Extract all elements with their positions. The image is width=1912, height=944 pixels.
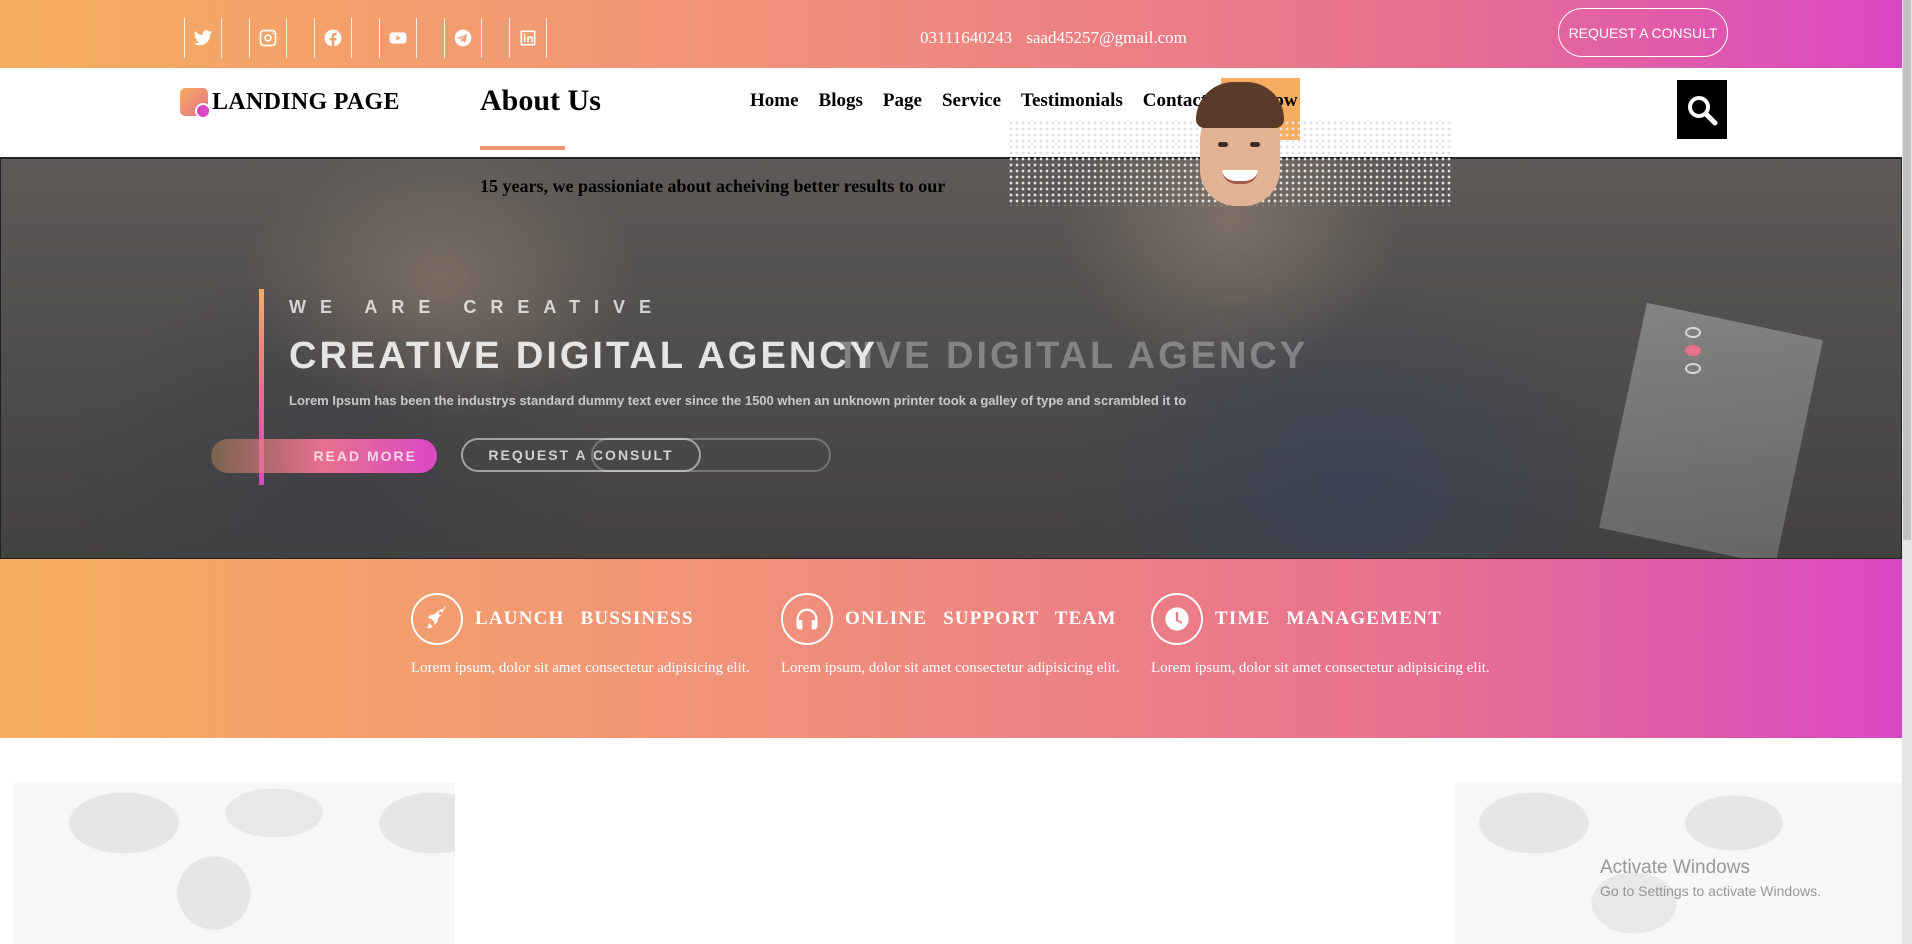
feature-text: Lorem ipsum, dolor sit amet consectetur … <box>781 660 1120 676</box>
person-hair <box>1196 82 1284 128</box>
hero-eyebrow: WE ARE CREATIVE <box>289 297 666 317</box>
nav-item-home[interactable]: Home <box>740 78 809 140</box>
slider-dot-2[interactable] <box>1685 345 1701 356</box>
about-text: 15 years, we passioniate about acheiving… <box>480 176 946 196</box>
search-button[interactable] <box>1677 80 1727 139</box>
scrollbar-thumb[interactable] <box>1903 0 1911 540</box>
slider-dot-1[interactable] <box>1685 327 1701 338</box>
feature-title: ONLINE SUPPORT TEAM <box>845 608 1117 629</box>
youtube-icon <box>389 32 407 44</box>
linkedin-link[interactable] <box>509 18 547 58</box>
instagram-link[interactable] <box>249 18 287 58</box>
hero-headline: CREATIVE DIGITAL AGENCY <box>289 335 879 377</box>
slider-dot-3[interactable] <box>1685 363 1701 374</box>
email-address[interactable]: saad45257@gmail.com <box>1026 28 1187 47</box>
feature-text: Lorem ipsum, dolor sit amet consectetur … <box>411 660 750 676</box>
person-eye <box>1218 142 1228 147</box>
logo-icon <box>180 88 211 119</box>
telegram-icon <box>454 29 472 47</box>
hero-description: Lorem Ipsum has been the industrys stand… <box>289 393 1187 408</box>
youtube-link[interactable] <box>379 18 417 58</box>
request-consult-button[interactable]: REQUEST A CONSULT <box>1558 8 1728 57</box>
linkedin-icon <box>520 30 536 46</box>
social-links <box>184 18 574 58</box>
about-section-background <box>0 738 1902 944</box>
feature-text: Lorem ipsum, dolor sit amet consectetur … <box>1151 660 1490 676</box>
site-logo[interactable]: LANDING PAGE <box>180 88 400 119</box>
nav-item-blogs[interactable]: Blogs <box>809 78 873 140</box>
search-icon <box>1688 95 1718 125</box>
contact-info: 03111640243 saad45257@gmail.com <box>920 28 1187 48</box>
facebook-icon <box>324 29 342 47</box>
person-smile <box>1222 170 1258 184</box>
person-eye <box>1250 142 1260 147</box>
slider-dots <box>1685 327 1701 381</box>
nav-item-page[interactable]: Page <box>873 78 932 140</box>
nav-item-service[interactable]: Service <box>932 78 1011 140</box>
twitter-icon <box>193 30 213 46</box>
about-panel <box>455 773 1455 944</box>
watermark-line-1: Activate Windows <box>1600 857 1750 878</box>
twitter-link[interactable] <box>184 18 222 58</box>
about-title-underline <box>480 146 565 150</box>
instagram-icon <box>259 29 277 47</box>
feature-title: LAUNCH BUSSINESS <box>475 608 694 629</box>
watermark-line-2: Go to Settings to activate Windows. <box>1600 883 1821 899</box>
main-navbar: LANDING PAGE Home Blogs Page Service Tes… <box>0 68 1902 158</box>
facebook-link[interactable] <box>314 18 352 58</box>
page-scrollbar[interactable] <box>1902 0 1912 944</box>
feature-title: TIME MANAGEMENT <box>1215 608 1442 629</box>
phone-number[interactable]: 03111640243 <box>920 28 1012 47</box>
top-bar: 03111640243 saad45257@gmail.com REQUEST A… <box>0 0 1902 68</box>
feature-time-management: TIME MANAGEMENT Lorem ipsum, dolor sit a… <box>1151 593 1496 677</box>
hero-request-consult-button[interactable]: REQUEST A CONSULT <box>461 438 701 472</box>
hero-headline-ghost: TIVE DIGITAL AGENCY <box>836 335 1309 377</box>
windows-activation-watermark: Activate Windows Go to Settings to activ… <box>1600 857 1821 899</box>
about-title: About Us <box>480 84 601 117</box>
headphones-icon <box>781 593 833 645</box>
features-band: LAUNCH BUSSINESS Lorem ipsum, dolor sit … <box>0 559 1902 738</box>
clock-icon <box>1151 593 1203 645</box>
feature-launch-business: LAUNCH BUSSINESS Lorem ipsum, dolor sit … <box>411 593 756 677</box>
telegram-link[interactable] <box>444 18 482 58</box>
hero-slider: WE ARE CREATIVE TIVE DIGITAL AGENCY CREA… <box>0 158 1902 559</box>
logo-text: LANDING PAGE <box>212 88 400 115</box>
read-more-button[interactable]: READ MORE <box>211 439 437 473</box>
rocket-icon <box>411 593 463 645</box>
about-person-image <box>1170 82 1310 206</box>
feature-online-support: ONLINE SUPPORT TEAM Lorem ipsum, dolor s… <box>781 593 1126 677</box>
